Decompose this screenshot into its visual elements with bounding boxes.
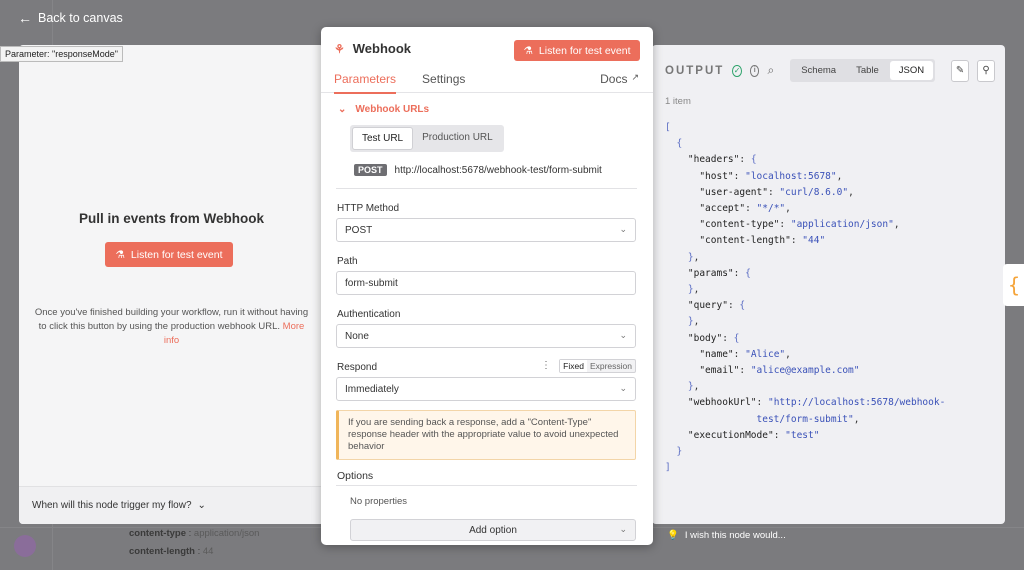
more-options-icon[interactable]: ⋮: [541, 360, 551, 371]
chevron-down-icon: ⌄: [197, 500, 206, 511]
http-method-value: POST: [345, 224, 373, 236]
parameter-tooltip: Parameter: "responseMode": [0, 46, 123, 62]
chevron-down-icon: ⌄: [619, 383, 627, 393]
respond-value: Immediately: [345, 383, 399, 395]
canvas-field-value: 44: [202, 546, 214, 557]
input-panel-description: Once you've finished building your workf…: [31, 306, 312, 348]
output-title: OUTPUT: [665, 64, 725, 77]
respond-label: Respond: [337, 362, 378, 373]
json-braces-icon[interactable]: {: [1003, 264, 1024, 306]
feedback-label: I wish this node would...: [684, 530, 786, 541]
test-url-tab[interactable]: Test URL: [352, 127, 414, 150]
options-label: Options: [337, 470, 374, 482]
pin-output-button[interactable]: ⚲: [977, 59, 995, 82]
output-header: OUTPUT ✓ i ⌕ Schema Table JSON ✎ ⚲: [665, 59, 995, 82]
expression-mode-toggle[interactable]: Expression: [587, 360, 635, 372]
webhook-urls-toggle[interactable]: ⌄ Webhook URLs: [338, 104, 429, 115]
listen-label: Listen for test event: [538, 44, 631, 57]
add-option-label: Add option: [469, 524, 517, 536]
description-text: Once you've finished building your workf…: [34, 307, 309, 332]
divider: [336, 188, 637, 189]
add-option-button[interactable]: Add option ⌄: [350, 519, 636, 541]
tab-settings[interactable]: Settings: [422, 72, 465, 94]
no-properties-text: No properties: [350, 496, 408, 507]
feedback-link[interactable]: 💡 I wish this node would...: [667, 530, 786, 541]
content-type-notice: If you are sending back a response, add …: [336, 410, 636, 460]
webhook-urls-label: Webhook URLs: [355, 104, 430, 115]
http-method-select[interactable]: POST ⌄: [336, 218, 636, 242]
item-count: 1 item: [665, 96, 691, 107]
path-label: Path: [337, 256, 358, 267]
webhook-url-row[interactable]: POST http://localhost:5678/webhook-test/…: [354, 164, 602, 176]
path-input[interactable]: form-submit: [336, 271, 636, 295]
input-panel-title: Pull in events from Webhook: [78, 211, 265, 226]
value-mode-switcher: Fixed Expression: [559, 359, 636, 373]
webhook-url[interactable]: http://localhost:5678/webhook-test/form-…: [395, 165, 602, 176]
pencil-icon: ✎: [955, 65, 965, 76]
pin-icon: ⚲: [982, 65, 990, 76]
url-type-switcher: Test URL Production URL: [350, 125, 504, 152]
back-to-canvas-button[interactable]: ← Back to canvas: [18, 10, 123, 26]
arrow-left-icon: ←: [18, 10, 32, 26]
output-view-switcher: Schema Table JSON: [790, 59, 936, 82]
info-icon[interactable]: i: [749, 64, 760, 77]
docs-label: Docs: [600, 72, 628, 86]
trigger-help-toggle[interactable]: When will this node trigger my flow? ⌄: [19, 486, 324, 524]
docs-link[interactable]: Docs ↗: [600, 72, 639, 86]
canvas-field-value: application/json: [193, 528, 260, 539]
listen-for-test-event-button[interactable]: ⚗ Listen for test event: [514, 40, 640, 61]
modal-tabs: Parameters Settings: [334, 72, 465, 94]
authentication-label: Authentication: [337, 309, 401, 320]
view-schema-tab[interactable]: Schema: [792, 61, 845, 80]
authentication-value: None: [345, 330, 369, 342]
canvas-field-key: content-length: [129, 546, 195, 557]
external-link-icon: ↗: [631, 72, 639, 82]
respond-select[interactable]: Immediately ⌄: [336, 377, 636, 401]
node-settings-modal: ⚘ Webhook ⚗ Listen for test event Parame…: [321, 27, 653, 545]
canvas-field-key: content-type: [129, 528, 186, 539]
divider: [336, 485, 637, 486]
node-name[interactable]: Webhook: [353, 41, 411, 56]
lightbulb-icon: 💡: [667, 530, 679, 541]
chevron-down-icon: ⌄: [338, 104, 347, 115]
input-panel: Pull in events from Webhook ⚗ Listen for…: [19, 45, 324, 524]
flask-icon: ⚗: [523, 44, 533, 57]
modal-body: ⌄ Webhook URLs Test URL Production URL P…: [321, 94, 653, 545]
listen-for-test-event-button[interactable]: ⚗ Listen for test event: [105, 242, 233, 267]
chevron-down-icon: ⌄: [619, 224, 627, 234]
tab-parameters[interactable]: Parameters: [334, 72, 397, 94]
search-icon[interactable]: ⌕: [767, 63, 774, 78]
json-output-viewer[interactable]: [ { "headers": { "host": "localhost:5678…: [665, 120, 945, 476]
avatar[interactable]: [14, 535, 36, 557]
fixed-mode-toggle[interactable]: Fixed: [560, 360, 587, 372]
output-panel: OUTPUT ✓ i ⌕ Schema Table JSON ✎ ⚲ 1 ite…: [652, 45, 1005, 524]
trigger-help-label: When will this node trigger my flow?: [32, 500, 192, 511]
method-badge: POST: [354, 164, 387, 176]
check-circle-icon: ✓: [732, 64, 742, 77]
canvas-field-row: content-length : 44: [129, 546, 214, 557]
webhook-icon: ⚘: [334, 41, 345, 56]
flask-icon: ⚗: [115, 248, 125, 261]
path-value: form-submit: [345, 277, 398, 289]
listen-label: Listen for test event: [130, 248, 223, 261]
view-json-tab[interactable]: JSON: [889, 61, 934, 80]
http-method-label: HTTP Method: [337, 203, 400, 214]
edit-output-button[interactable]: ✎: [951, 59, 970, 82]
back-label: Back to canvas: [38, 11, 123, 25]
canvas-field-row: content-type : application/json: [129, 528, 260, 539]
production-url-tab[interactable]: Production URL: [413, 127, 502, 150]
modal-header: ⚘ Webhook ⚗ Listen for test event Parame…: [321, 27, 653, 94]
authentication-select[interactable]: None ⌄: [336, 324, 636, 348]
chevron-down-icon: ⌄: [619, 330, 627, 340]
chevron-down-icon: ⌄: [619, 524, 627, 534]
view-table-tab[interactable]: Table: [847, 61, 888, 80]
modal-title: ⚘ Webhook: [334, 41, 411, 56]
